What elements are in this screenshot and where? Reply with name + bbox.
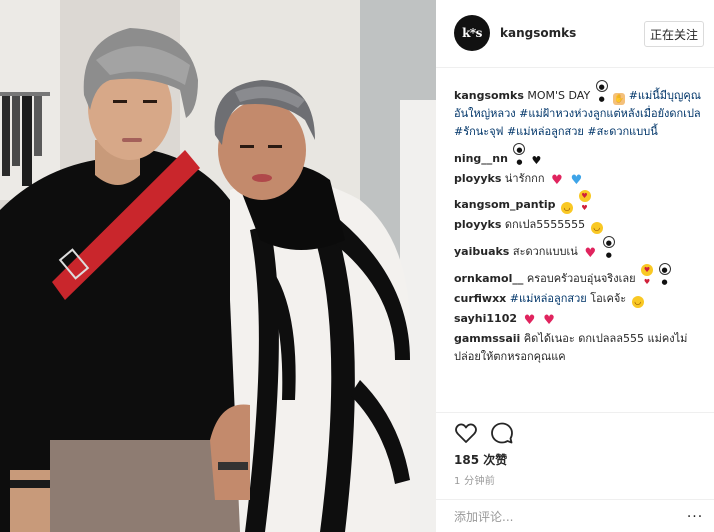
hashtag-link[interactable]: #รักนะจุฟ [454, 125, 503, 138]
red-heart-emoji-icon: ♥ [584, 246, 597, 261]
post-timestamp[interactable]: 1 分钟前 [454, 472, 495, 487]
heart-eyes-emoji-icon: ♥♥ [641, 264, 654, 286]
more-dots-icon[interactable]: ··· [684, 508, 706, 526]
comment-item: ning__nn ●● ♥ [454, 143, 710, 168]
comment-item: kangsom_pantip ◡ ♥♥ [454, 190, 710, 214]
heart-eyes-emoji-icon: ♥♥ [578, 190, 591, 212]
smiling-face-emoji-icon: ◡ [561, 202, 574, 214]
heart-outline-icon[interactable] [454, 421, 478, 445]
comment-item: gammssaii คิดได้เนอะ ดกเปลลล555 แม่คงไม่… [454, 330, 710, 366]
comment-username[interactable]: curfiwxx [454, 292, 506, 305]
caption-text: MOM'S DAY [527, 89, 591, 102]
panda-emoji-icon: ●● [602, 236, 615, 259]
avatar[interactable]: k*s [454, 15, 490, 51]
red-heart-emoji-icon: ♥ [543, 313, 555, 328]
caption-username[interactable]: kangsomks [454, 89, 524, 102]
red-heart-emoji-icon: ♥ [523, 313, 536, 328]
header-username[interactable]: kangsomks [500, 26, 576, 40]
black-heart-emoji-icon: ♥ [531, 154, 542, 167]
add-comment-input[interactable] [454, 508, 674, 526]
caption: kangsomks MOM'S DAY ●● ✋ #แม่นี้มีบุญคุณ… [454, 80, 710, 141]
waving-hand-emoji-icon: ✋ [613, 93, 626, 105]
comment-item: curfiwxx #แม่หล่อลูกสวย โอเคจ้ะ ◡ [454, 290, 710, 308]
post-actions: 185 次赞 1 分钟前 ··· [436, 412, 714, 532]
comment-item: yaibuaks สะดวกแบบเน่ ♥ ●● [454, 236, 710, 261]
comment-username[interactable]: yaibuaks [454, 245, 509, 258]
comment-username[interactable]: ployyks [454, 218, 501, 231]
grinning-face-emoji-icon: ◡ [590, 222, 603, 234]
add-comment-bar: ··· [436, 499, 714, 532]
comment-text: สะดวกแบบเน่ [512, 245, 578, 258]
comment-username[interactable]: kangsom_pantip [454, 198, 556, 211]
comment-list: kangsomks MOM'S DAY ●● ✋ #แม่นี้มีบุญคุณ… [454, 80, 710, 368]
laughing-face-emoji-icon: ◡ [631, 296, 644, 308]
comment-username[interactable]: gammssaii [454, 332, 520, 345]
blue-heart-emoji-icon: ♥ [570, 173, 583, 188]
post-header: k*s kangsomks 正在关注 [436, 0, 714, 68]
post-side-panel: k*s kangsomks 正在关注 kangsomks MOM'S DAY ●… [436, 0, 714, 532]
post-photo[interactable] [0, 0, 436, 532]
speech-bubble-icon[interactable] [490, 421, 514, 445]
post-photo-image [0, 0, 436, 532]
hashtag-link[interactable]: #สะดวกแบบนี้ [587, 125, 657, 138]
comment-item: ornkamol__ ครอบครัวอบอุ่นจริงเลย ♥♥ ●● [454, 263, 710, 288]
panda-emoji-icon: ●● [595, 80, 608, 103]
comment-text: โอเคจ้ะ [590, 292, 627, 305]
comment-username[interactable]: ning__nn [454, 152, 508, 165]
following-button[interactable]: 正在关注 [644, 21, 704, 47]
comment-text: น่ารักกก [504, 172, 545, 185]
hashtag-link[interactable]: #แม่หล่อลูกสวย [507, 125, 584, 138]
red-heart-emoji-icon: ♥ [551, 173, 563, 188]
comment-text: ครอบครัวอบอุ่นจริงเลย [526, 272, 636, 285]
comment-username[interactable]: ornkamol__ [454, 272, 523, 285]
comment-item: ployyks ดกเปล5555555 ◡ [454, 216, 710, 234]
comment-username[interactable]: sayhi1102 [454, 312, 517, 325]
comment-text: ดกเปล5555555 [504, 218, 586, 231]
comment-item: ployyks น่ารักกก ♥ ♥ [454, 170, 710, 188]
comment-item: sayhi1102 ♥ ♥ [454, 310, 710, 328]
hashtag-link[interactable]: #แม่ฝ้าหวงห่วงลูกแต่หลังเมื่อยังดกเปล [519, 107, 701, 120]
hashtag-link[interactable]: #แม่หล่อลูกสวย [510, 292, 587, 305]
panda-emoji-icon: ●● [658, 263, 671, 286]
likes-count[interactable]: 185 次赞 [454, 451, 507, 468]
panda-emoji-icon: ●● [513, 143, 526, 166]
comment-username[interactable]: ployyks [454, 172, 501, 185]
